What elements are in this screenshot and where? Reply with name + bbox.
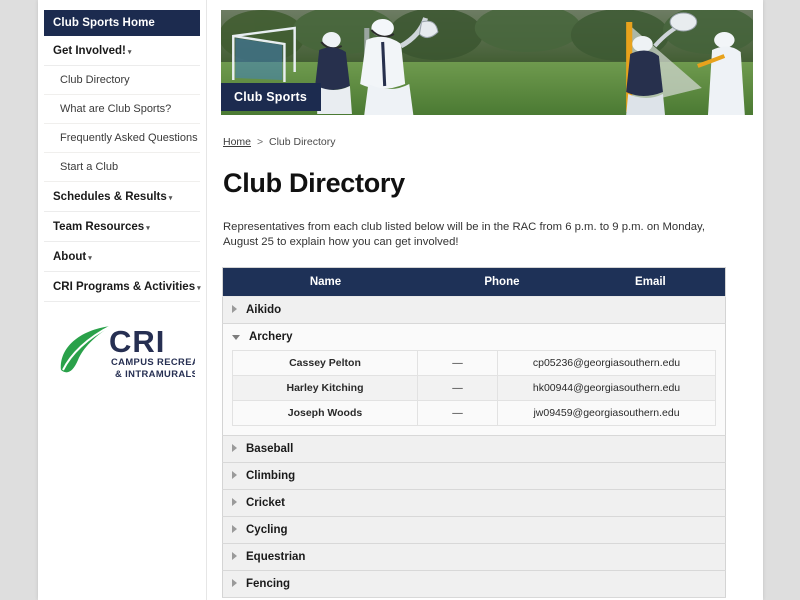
main-content: Club Sports Home > Club Directory Club D… [207, 0, 763, 600]
svg-text:CRI: CRI [109, 324, 165, 359]
svg-text:CAMPUS RECREATION: CAMPUS RECREATION [111, 356, 195, 367]
club-row-archery[interactable]: Archery [222, 323, 726, 350]
club-name: Equestrian [246, 551, 306, 563]
sidebar-item-club-sports-home[interactable]: Club Sports Home [44, 10, 200, 36]
member-email[interactable]: jw09459@georgiasouthern.edu [497, 400, 716, 426]
member-email[interactable]: hk00944@georgiasouthern.edu [497, 375, 716, 401]
club-row-cricket[interactable]: Cricket [222, 489, 726, 517]
sidebar-navigation: Club Sports Home Get Involved! ▾ Club Dire… [38, 0, 207, 600]
club-members-cell: Cassey Pelton — cp05236@georgiasouthern.ed… [222, 350, 726, 436]
member-row: Harley Kitching — hk00944@georgiasouthern.… [232, 375, 716, 401]
club-name: Archery [249, 331, 293, 343]
sidebar-subitem-start-a-club[interactable]: Start a Club [44, 153, 200, 182]
triangle-right-icon[interactable] [232, 497, 237, 506]
sidebar-group-list: Get Involved! ▾ Club Directory What are Clu… [38, 36, 206, 302]
club-row-equestrian[interactable]: Equestrian [222, 543, 726, 571]
triangle-right-icon[interactable] [232, 551, 237, 560]
triangle-right-icon[interactable] [232, 470, 237, 479]
member-name: Harley Kitching [232, 375, 418, 401]
column-header-phone: Phone [428, 267, 576, 297]
leaf-icon [60, 326, 111, 373]
page-container: Club Sports Home Get Involved! ▾ Club Dire… [38, 0, 763, 600]
club-members-panel-archery: Cassey Pelton — cp05236@georgiasouthern.ed… [222, 350, 726, 436]
chevron-down-icon: ▾ [168, 194, 173, 202]
club-row-climbing[interactable]: Climbing [222, 462, 726, 490]
page-title: Club Directory [223, 168, 405, 198]
sidebar-subitem-what-are-club-sports[interactable]: What are Club Sports? [44, 95, 200, 124]
members-table: Cassey Pelton — cp05236@georgiasouthern.ed… [232, 350, 716, 426]
member-row: Joseph Woods — jw09459@georgiasouthern.edu [232, 400, 716, 426]
club-row-cell[interactable]: Equestrian [222, 543, 726, 571]
club-name: Cricket [246, 497, 285, 509]
sidebar-item-label: Get Involved! [53, 45, 126, 57]
sidebar-subitem-frequently-asked-questions[interactable]: Frequently Asked Questions [44, 124, 200, 153]
member-phone: — [417, 400, 498, 426]
club-row-baseball[interactable]: Baseball [222, 435, 726, 463]
sidebar-item-get-involved[interactable]: Get Involved! ▾ [44, 36, 200, 66]
club-directory-table: Name Phone Email Aikido Archery Cassey Pel… [222, 267, 726, 598]
svg-text:& INTRAMURALS: & INTRAMURALS [115, 368, 195, 379]
club-name: Aikido [246, 304, 282, 316]
sidebar-subitem-club-directory[interactable]: Club Directory [44, 66, 200, 95]
triangle-down-icon[interactable] [232, 335, 240, 341]
table-body: Aikido Archery Cassey Pelton — cp05236@georg… [222, 296, 726, 598]
club-name: Baseball [246, 443, 294, 455]
breadcrumb: Home > Club Directory [221, 115, 753, 148]
triangle-right-icon[interactable] [232, 443, 237, 452]
table-header-row: Name Phone Email [222, 267, 726, 297]
cri-logo-graphic: CRI CAMPUS RECREATION & INTRAMURALS [60, 324, 195, 379]
club-name: Climbing [246, 470, 296, 482]
breadcrumb-separator: > [256, 136, 264, 148]
chevron-down-icon: ▾ [146, 224, 150, 232]
chevron-down-icon: ▾ [127, 48, 132, 56]
cri-logo: CRI CAMPUS RECREATION & INTRAMURALS [38, 320, 206, 382]
breadcrumb-link-home[interactable]: Home [223, 136, 251, 148]
club-row-cell[interactable]: Cycling [222, 516, 726, 544]
sidebar-item-about[interactable]: About ▾ [44, 242, 200, 272]
sidebar-item-label: CRI Programs & Activities [53, 281, 196, 293]
sidebar-item-label: Schedules & Results [53, 191, 167, 203]
member-phone: — [417, 375, 498, 401]
hero-label: Club Sports [221, 83, 322, 111]
club-row-cell[interactable]: Fencing [222, 570, 726, 598]
triangle-right-icon[interactable] [232, 578, 237, 587]
chevron-down-icon: ▾ [197, 284, 201, 292]
table-header: Name Phone Email [222, 267, 726, 297]
club-row-cell[interactable]: Baseball [222, 435, 726, 463]
member-name: Joseph Woods [232, 400, 418, 426]
sidebar-item-team-resources[interactable]: Team Resources ▾ [44, 212, 200, 242]
club-row-cell[interactable]: Cricket [222, 489, 726, 517]
club-row-cell[interactable]: Aikido [222, 296, 726, 324]
club-name: Fencing [246, 578, 291, 590]
sidebar-item-label: Team Resources [53, 221, 145, 233]
triangle-right-icon[interactable] [232, 304, 237, 313]
intro-paragraph: Representatives from each club listed be… [223, 221, 706, 248]
chevron-down-icon: ▾ [88, 254, 92, 262]
club-row-cell[interactable]: Archery [222, 323, 726, 350]
sidebar-item-label: About [53, 251, 87, 263]
club-row-cycling[interactable]: Cycling [222, 516, 726, 544]
member-row: Cassey Pelton — cp05236@georgiasouthern.ed… [232, 350, 716, 376]
member-name: Cassey Pelton [232, 350, 418, 376]
club-row-fencing[interactable]: Fencing [222, 570, 726, 598]
triangle-right-icon[interactable] [232, 524, 237, 533]
sidebar-item-schedules-results[interactable]: Schedules & Results ▾ [44, 182, 200, 212]
column-header-name: Name [222, 267, 429, 297]
column-header-email: Email [575, 267, 726, 297]
breadcrumb-current: Club Directory [269, 136, 336, 148]
hero-banner: Club Sports [221, 10, 753, 115]
sidebar-item-cri-programs-activities[interactable]: CRI Programs & Activities ▾ [44, 272, 201, 302]
club-name: Cycling [246, 524, 288, 536]
member-phone: — [417, 350, 498, 376]
club-row-aikido[interactable]: Aikido [222, 296, 726, 324]
member-email[interactable]: cp05236@georgiasouthern.edu [497, 350, 716, 376]
club-row-cell[interactable]: Climbing [222, 462, 726, 490]
